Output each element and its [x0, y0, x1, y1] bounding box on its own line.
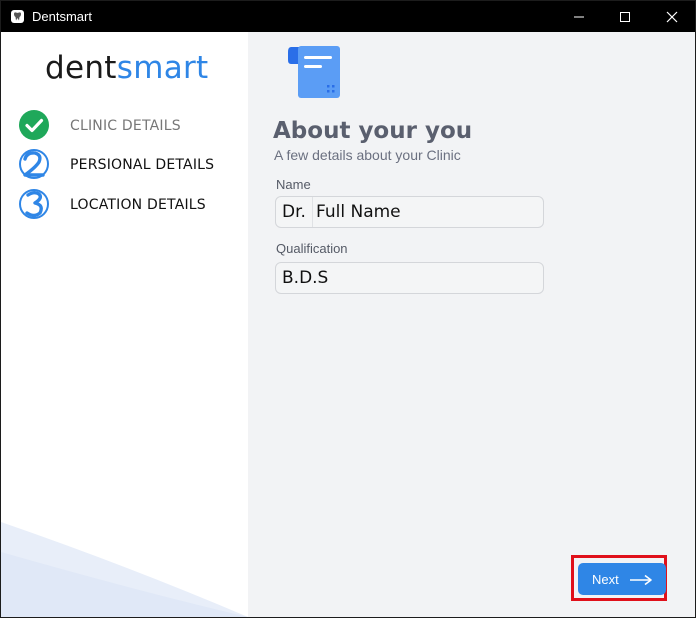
page-subtitle: A few details about your Clinic — [274, 147, 461, 163]
logo-text-blue: smart — [116, 50, 209, 86]
next-button-label: Next — [592, 572, 619, 587]
app-window: Dentsmart dentsmart CLINIC DETAILS PERSI… — [0, 0, 696, 618]
logo-text-dark: dent — [45, 50, 117, 86]
page-title: About your you — [273, 118, 473, 144]
step-label-clinic: CLINIC DETAILS — [70, 118, 181, 134]
number-3-icon — [19, 189, 49, 219]
dentsmart-logo: dentsmart — [45, 50, 209, 86]
qualification-label: Qualification — [276, 241, 348, 256]
title-bar[interactable]: Dentsmart — [1, 1, 695, 32]
name-input[interactable]: Full Name — [316, 197, 401, 227]
step-label-location: LOCATION DETAILS — [70, 197, 206, 213]
qualification-field[interactable]: B.D.S — [275, 262, 544, 294]
name-label: Name — [276, 177, 311, 192]
sidebar-background-decoration — [1, 522, 248, 617]
window-title: Dentsmart — [32, 9, 92, 24]
form-panel: About your you A few details about your … — [248, 32, 695, 617]
close-button[interactable] — [649, 1, 695, 32]
document-icon — [288, 46, 340, 98]
check-circle-icon — [19, 110, 49, 140]
steps-sidebar: dentsmart CLINIC DETAILS PERSIONAL DETAI… — [1, 32, 248, 617]
qualification-input[interactable]: B.D.S — [282, 263, 328, 293]
maximize-button[interactable] — [602, 1, 648, 32]
next-button[interactable]: Next — [578, 563, 666, 595]
step-label-persional: PERSIONAL DETAILS — [70, 157, 215, 173]
number-2-icon — [19, 149, 49, 179]
name-field[interactable]: Dr. Full Name — [275, 196, 544, 228]
app-logo-icon — [11, 10, 24, 23]
arrow-right-icon — [630, 574, 652, 586]
name-prefix-dropdown[interactable]: Dr. — [276, 197, 313, 227]
minimize-button[interactable] — [556, 1, 602, 32]
